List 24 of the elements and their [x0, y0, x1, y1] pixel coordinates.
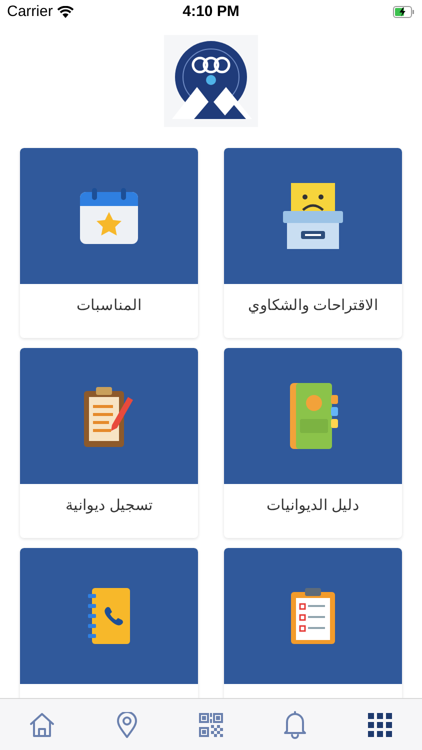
- tile-label: تسجيل ديوانية: [65, 496, 153, 516]
- menu-tile[interactable]: المناسبات: [20, 148, 198, 338]
- tile-label: الاقتراحات والشكاوي: [248, 296, 378, 316]
- tile-label: المناسبات: [76, 296, 142, 316]
- wifi-icon: [56, 6, 74, 18]
- clipboard-pencil-icon: [84, 385, 134, 447]
- status-time: 4:10 PM: [182, 2, 240, 22]
- qr-code-icon: [198, 712, 223, 736]
- battery-icon: [392, 6, 415, 18]
- grid-menu-icon: [368, 712, 392, 736]
- location-pin-icon: [116, 712, 137, 738]
- menu-tile[interactable]: [224, 548, 402, 698]
- menu-tile[interactable]: تسجيل ديوانية: [20, 348, 198, 538]
- home-icon: [28, 710, 56, 738]
- checklist-icon: [291, 588, 335, 644]
- complaint-box-icon: [283, 183, 343, 249]
- calendar-star-icon: [80, 188, 138, 244]
- menu-tile[interactable]: دليل الديوانيات: [224, 348, 402, 538]
- menu-tile[interactable]: الاقتراحات والشكاوي: [224, 148, 402, 338]
- menu-tile[interactable]: [20, 548, 198, 698]
- phone-book-icon: [88, 588, 130, 644]
- tile-label: دليل الديوانيات: [266, 496, 360, 516]
- bell-icon: [283, 710, 308, 738]
- carrier-label: Carrier: [7, 2, 53, 22]
